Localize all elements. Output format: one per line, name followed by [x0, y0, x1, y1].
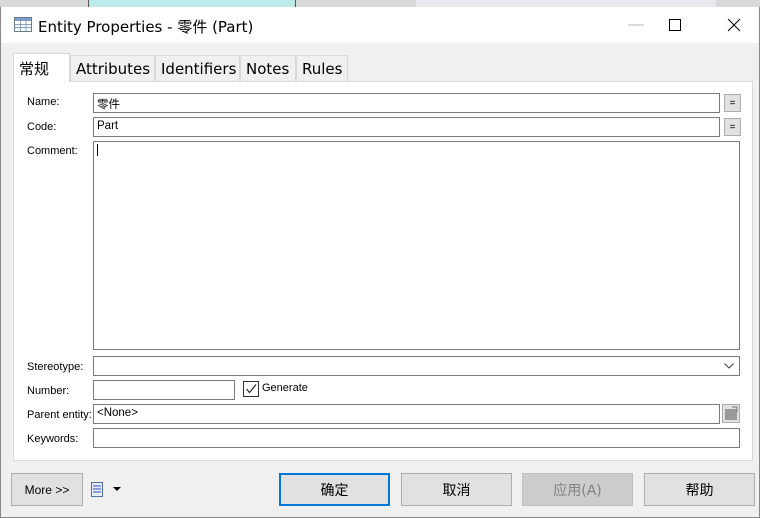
tab-rules[interactable]: Rules	[296, 55, 348, 81]
dropdown-arrow-icon	[113, 487, 121, 491]
tab-attributes[interactable]: Attributes	[70, 55, 155, 81]
window-title: Entity Properties - 零件 (Part)	[38, 18, 254, 36]
generate-checkbox[interactable]	[243, 381, 259, 397]
more-button[interactable]: More >>	[11, 473, 83, 506]
name-input[interactable]: 零件	[93, 93, 720, 113]
background-app	[0, 0, 760, 7]
number-label: Number:	[27, 385, 70, 397]
name-label: Name:	[27, 96, 60, 108]
cancel-button[interactable]: 取消	[401, 473, 512, 506]
ok-button[interactable]: 确定	[279, 473, 390, 506]
close-icon	[727, 18, 741, 32]
comment-label: Comment:	[27, 145, 78, 157]
chevron-down-icon	[724, 363, 734, 369]
keywords-input[interactable]	[93, 428, 740, 448]
help-button[interactable]: 帮助	[644, 473, 755, 506]
generate-label: Generate	[262, 382, 308, 394]
parent-entity-input[interactable]: <None>	[93, 404, 720, 424]
parent-entity-label: Parent entity:	[27, 409, 92, 421]
code-name-sync-button[interactable]: =	[724, 118, 741, 136]
tab-notes[interactable]: Notes	[240, 55, 296, 81]
maximize-button[interactable]	[652, 7, 698, 43]
close-button[interactable]	[711, 7, 757, 43]
name-code-sync-button[interactable]: =	[724, 94, 741, 112]
parent-entity-properties-button[interactable]	[722, 404, 740, 423]
document-icon	[91, 482, 121, 497]
tab-identifiers[interactable]: Identifiers	[155, 55, 240, 81]
stereotype-label: Stereotype:	[27, 361, 84, 373]
table-icon	[14, 17, 32, 32]
page-menu-button[interactable]	[90, 481, 126, 499]
keywords-label: Keywords:	[27, 433, 79, 445]
title-bar: Entity Properties - 零件 (Part) —	[1, 7, 759, 43]
entity-properties-dialog: Entity Properties - 零件 (Part) — 常规 Attri…	[0, 7, 760, 518]
comment-textarea[interactable]	[93, 141, 740, 350]
maximize-icon	[669, 19, 681, 31]
tab-general[interactable]: 常规	[13, 53, 70, 82]
code-label: Code:	[27, 121, 57, 133]
apply-button[interactable]: 应用(A)	[522, 473, 633, 506]
stereotype-select[interactable]	[93, 356, 740, 376]
text-cursor	[97, 144, 98, 156]
checkmark-icon	[246, 384, 257, 394]
properties-icon	[725, 406, 738, 420]
code-input[interactable]: Part	[93, 117, 720, 137]
number-input[interactable]	[93, 380, 235, 400]
